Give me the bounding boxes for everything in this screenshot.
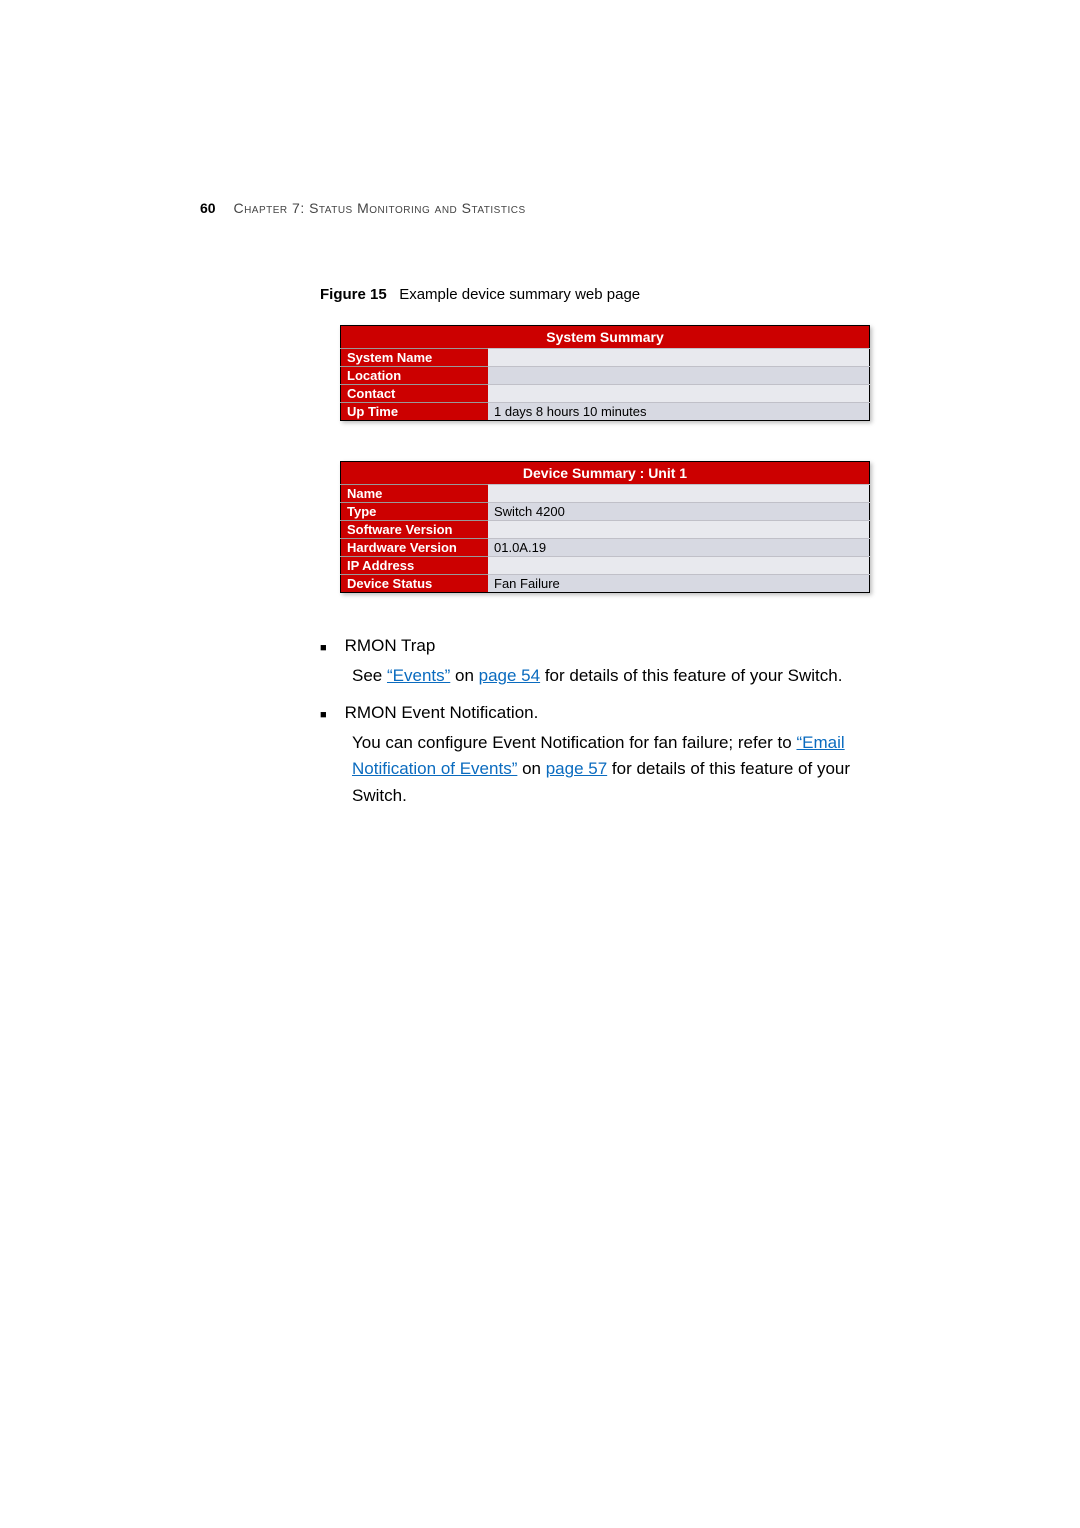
bullet-body: See “Events” on page 54 for details of t…: [352, 663, 880, 689]
device-summary-title: Device Summary : Unit 1: [341, 462, 870, 485]
bullet-body: You can configure Event Notification for…: [352, 730, 880, 809]
row-value: [488, 349, 870, 367]
bullet-icon: ■: [320, 707, 327, 726]
system-summary-title: System Summary: [341, 326, 870, 349]
row-label: Location: [341, 367, 489, 385]
bullet-icon: ■: [320, 640, 327, 659]
link-page-54[interactable]: page 54: [479, 666, 540, 685]
row-value: 1 days 8 hours 10 minutes: [488, 403, 870, 421]
device-summary-table: Device Summary : Unit 1 Name TypeSwitch …: [340, 461, 870, 593]
table-row: TypeSwitch 4200: [341, 503, 870, 521]
row-label: System Name: [341, 349, 489, 367]
row-label: Type: [341, 503, 489, 521]
row-value: 01.0A.19: [488, 539, 870, 557]
link-events[interactable]: “Events”: [387, 666, 450, 685]
list-item: ■ RMON Event Notification.: [320, 700, 880, 726]
chapter-label: Chapter 7: Status Monitoring and Statist…: [233, 200, 525, 216]
row-value: [488, 385, 870, 403]
link-page-57[interactable]: page 57: [546, 759, 607, 778]
row-value: [488, 367, 870, 385]
table-row: Device StatusFan Failure: [341, 575, 870, 593]
table-row: Up Time1 days 8 hours 10 minutes: [341, 403, 870, 421]
row-value: [488, 521, 870, 539]
row-value: Fan Failure: [488, 575, 870, 593]
row-label: Software Version: [341, 521, 489, 539]
figure-label: Figure 15: [320, 286, 387, 303]
text: on: [517, 759, 545, 778]
row-value: [488, 557, 870, 575]
list-item: ■ RMON Trap: [320, 633, 880, 659]
system-summary-table: System Summary System Name Location Cont…: [340, 325, 870, 421]
table-row: Hardware Version01.0A.19: [341, 539, 870, 557]
table-row: IP Address: [341, 557, 870, 575]
bullet-list: ■ RMON Trap See “Events” on page 54 for …: [320, 633, 880, 809]
device-summary-table-wrap: Device Summary : Unit 1 Name TypeSwitch …: [340, 461, 950, 593]
row-value: [488, 485, 870, 503]
bullet-title: RMON Event Notification.: [345, 700, 880, 726]
row-label: IP Address: [341, 557, 489, 575]
table-row: Location: [341, 367, 870, 385]
row-label: Name: [341, 485, 489, 503]
table-row: Name: [341, 485, 870, 503]
row-label: Up Time: [341, 403, 489, 421]
text: You can configure Event Notification for…: [352, 733, 796, 752]
row-value: Switch 4200: [488, 503, 870, 521]
figure-caption-text: Example device summary web page: [399, 286, 640, 303]
text: on: [450, 666, 478, 685]
bullet-title: RMON Trap: [345, 633, 880, 659]
page-header: 60 Chapter 7: Status Monitoring and Stat…: [200, 200, 950, 216]
table-row: Software Version: [341, 521, 870, 539]
text: See: [352, 666, 387, 685]
page-number: 60: [200, 200, 216, 216]
text: for details of this feature of your Swit…: [540, 666, 842, 685]
row-label: Hardware Version: [341, 539, 489, 557]
table-row: System Name: [341, 349, 870, 367]
row-label: Device Status: [341, 575, 489, 593]
row-label: Contact: [341, 385, 489, 403]
table-row: Contact: [341, 385, 870, 403]
system-summary-table-wrap: System Summary System Name Location Cont…: [340, 325, 950, 421]
document-page: 60 Chapter 7: Status Monitoring and Stat…: [0, 0, 1080, 809]
figure-caption: Figure 15 Example device summary web pag…: [320, 286, 950, 303]
